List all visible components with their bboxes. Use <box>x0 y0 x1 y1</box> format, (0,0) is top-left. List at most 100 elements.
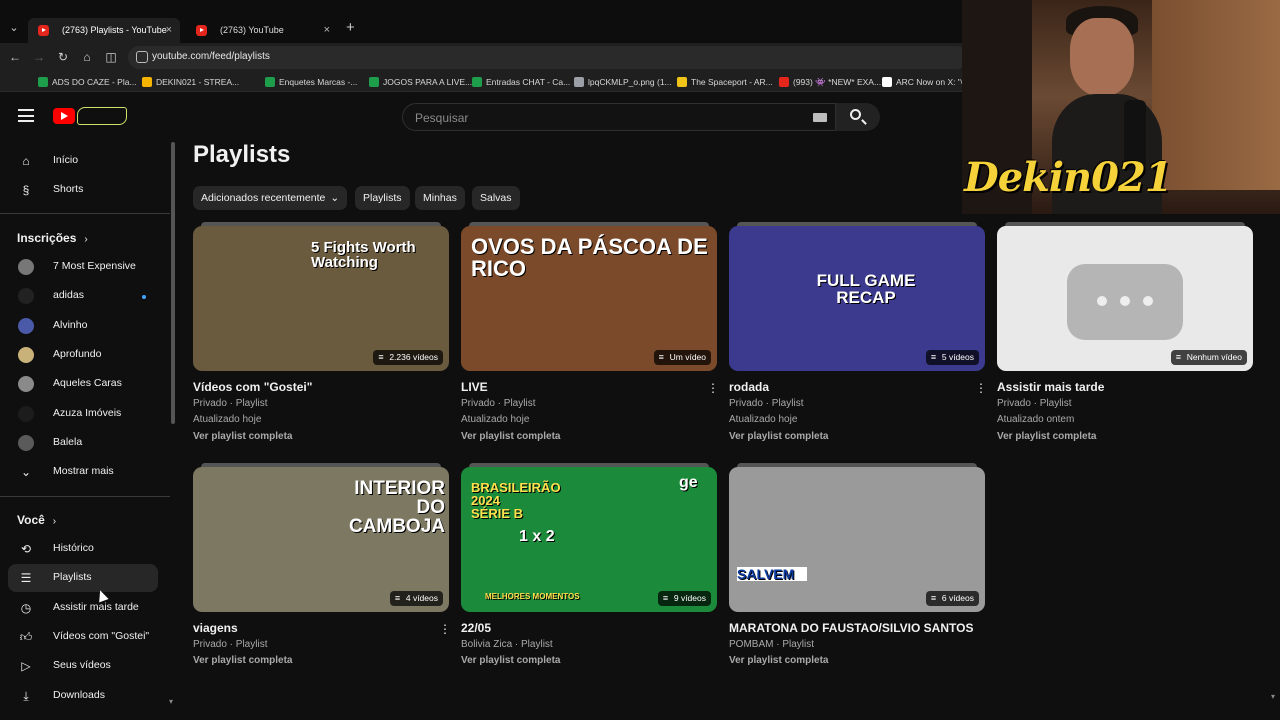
playlist-thumbnail[interactable]: BRASILEIRÃO 2024 SÉRIE B ge 1 x 2 MELHORES … <box>461 467 717 612</box>
view-full-playlist-link[interactable]: Ver playlist completa <box>729 655 829 666</box>
sidebar-item-subscription[interactable]: Azuza Imóveis <box>8 400 158 428</box>
tab-close-icon[interactable]: × <box>324 18 330 43</box>
bookmark-label: Entradas CHAT - Ca... <box>486 77 571 87</box>
sidebar-item-inicio[interactable]: ⌂ Início <box>8 147 158 175</box>
filter-chip[interactable]: Salvas <box>472 186 520 210</box>
subscriptions-heading[interactable]: Inscrições › <box>17 231 88 245</box>
bookmark-item[interactable]: Enquetes Marcas -... <box>265 75 357 89</box>
playlist-title[interactable]: viagens <box>193 621 238 635</box>
video-placeholder-icon <box>1067 264 1183 340</box>
playlist-card[interactable]: Nenhum vídeo Assistir mais tarde Privado ·… <box>997 222 1253 446</box>
bookmark-item[interactable]: JOGOS PARA A LIVE... <box>369 75 472 89</box>
bookmark-item[interactable]: Entradas CHAT - Ca... <box>472 75 570 89</box>
sidebar-item-subscription[interactable]: 7 Most Expensive <box>8 253 158 281</box>
forward-arrow-icon[interactable]: → <box>30 48 48 66</box>
bookmark-item[interactable]: lpqCKMLP_o.png (1... <box>574 75 672 89</box>
you-heading-label: Você <box>17 513 45 527</box>
youtube-logo-icon[interactable] <box>53 108 75 124</box>
browser-tab-youtube[interactable]: (2763) YouTube × <box>186 18 338 43</box>
bookmark-favicon-icon <box>369 77 379 87</box>
view-full-playlist-link[interactable]: Ver playlist completa <box>729 431 829 442</box>
playlist-card[interactable]: BRASILEIRÃO 2024 SÉRIE B ge 1 x 2 MELHORES … <box>461 463 717 687</box>
playlist-card[interactable]: OVOS DA PÁSCOA DE RICO Um vídeo LIVE Privad… <box>461 222 719 446</box>
bookmark-item[interactable]: (993) 👾 *NEW* EXA... <box>779 75 881 89</box>
search-input[interactable]: Pesquisar <box>402 103 836 131</box>
playlist-thumbnail[interactable]: 5 Fights Worth Watching 2.236 vídeos <box>193 226 449 371</box>
back-arrow-icon[interactable]: ← <box>6 48 24 66</box>
playlist-thumbnail[interactable]: INTERIOR DO CAMBOJA 4 vídeos <box>193 467 449 612</box>
sidebar-item-history[interactable]: ⟲ Histórico <box>8 535 158 563</box>
sidebar-item-thumbs-up[interactable]: 👍︎ Vídeos com "Gostei" <box>8 623 158 651</box>
bookmark-item[interactable]: DEKIN021 - STREA... <box>142 75 239 89</box>
view-full-playlist-link[interactable]: Ver playlist completa <box>193 431 293 442</box>
site-info-icon[interactable] <box>136 51 148 63</box>
tab-search-chevron-icon[interactable]: ⌄ <box>6 20 22 36</box>
more-actions-icon[interactable]: ⋮ <box>975 381 987 395</box>
thumbnail-caption: SALVEM <box>737 567 807 581</box>
sidebar-item-subscription[interactable]: Balela <box>8 429 158 457</box>
shorts-icon: § <box>22 183 30 197</box>
sidebar-item-subscription[interactable]: adidas <box>8 282 158 310</box>
subscriptions-heading-label: Inscrições <box>17 231 77 245</box>
sidebar-item-subscription[interactable]: Alvinho <box>8 312 158 340</box>
view-full-playlist-link[interactable]: Ver playlist completa <box>461 431 561 442</box>
playlist-card[interactable]: 5 Fights Worth Watching 2.236 vídeos Vídeo… <box>193 222 449 446</box>
view-full-playlist-link[interactable]: Ver playlist completa <box>461 655 561 666</box>
view-full-playlist-link[interactable]: Ver playlist completa <box>997 431 1097 442</box>
thumbnail-caption: INTERIOR DO CAMBOJA <box>348 478 445 537</box>
playlist-title[interactable]: MARATONA DO FAUSTAO/SILVIO SANTOS <box>729 621 973 635</box>
more-actions-icon[interactable]: ⋮ <box>439 622 451 636</box>
filter-chip[interactable]: Adicionados recentemente ⌄ <box>193 186 348 210</box>
split-view-icon[interactable]: ◫ <box>102 48 120 66</box>
new-tab-button[interactable]: + <box>346 19 355 36</box>
video-count-badge: Nenhum vídeo <box>1170 350 1247 365</box>
sidebar-item-subscription[interactable]: ⌄ Mostrar mais <box>8 458 158 486</box>
playlist-thumbnail[interactable]: FULL GAME RECAP 5 vídeos <box>729 226 985 371</box>
playlist-thumbnail[interactable]: OVOS DA PÁSCOA DE RICO Um vídeo <box>461 226 717 371</box>
more-actions-icon[interactable]: ⋮ <box>707 381 719 395</box>
browser-tab-playlists[interactable]: (2763) Playlists - YouTube × <box>28 18 180 43</box>
view-full-playlist-link[interactable]: Ver playlist completa <box>193 655 293 666</box>
playlist-card[interactable]: INTERIOR DO CAMBOJA 4 vídeos viagens Privad… <box>193 463 451 687</box>
url-text: youtube.com/feed/playlists <box>152 51 270 62</box>
keyboard-icon[interactable] <box>813 113 827 122</box>
address-bar[interactable]: youtube.com/feed/playlists <box>128 46 968 69</box>
sidebar-item-shorts[interactable]: § Shorts <box>8 176 158 204</box>
screen: ⌄ (2763) Playlists - YouTube × (2763) Yo… <box>0 0 1280 720</box>
you-heading[interactable]: Você › <box>17 513 56 527</box>
sidebar-scroll-down-icon[interactable]: ▾ <box>169 697 173 706</box>
bookmark-favicon-icon <box>677 77 687 87</box>
sidebar-item-subscription[interactable]: Aqueles Caras <box>8 370 158 398</box>
sidebar-item-label: Seus vídeos <box>53 659 111 672</box>
channel-avatar <box>18 405 34 422</box>
bookmark-item[interactable]: The Spaceport - AR... <box>677 75 773 89</box>
playlist-title[interactable]: 22/05 <box>461 621 491 635</box>
page-scroll-down-icon[interactable]: ▾ <box>1271 692 1275 701</box>
filter-chip[interactable]: Minhas <box>415 186 465 210</box>
sidebar-item-playlists[interactable]: ☰ Playlists <box>8 564 158 593</box>
reload-icon[interactable]: ↻ <box>54 48 72 66</box>
playlist-thumbnail[interactable]: SALVEM 6 vídeos <box>729 467 985 612</box>
playlist-title[interactable]: LIVE <box>461 380 488 394</box>
sidebar-item-label: Vídeos com "Gostei" <box>53 629 150 642</box>
playlist-card[interactable]: SALVEM 6 vídeos MARATONA DO FAUSTAO/SILVIO… <box>729 463 985 687</box>
sidebar-item-download[interactable]: ⤓ Downloads <box>8 682 158 710</box>
playlist-meta: Privado · Playlist <box>729 398 804 409</box>
home-button-icon[interactable]: ⌂ <box>78 48 96 66</box>
sidebar-item-label: Aprofundo <box>53 347 102 360</box>
sidebar-scrollbar[interactable] <box>171 142 175 424</box>
playlist-card[interactable]: FULL GAME RECAP 5 vídeos rodada Privado · P… <box>729 222 987 446</box>
search-button[interactable] <box>836 103 880 131</box>
sidebar-item-clock[interactable]: ◷ Assistir mais tarde <box>8 594 158 622</box>
menu-icon[interactable] <box>18 109 34 122</box>
playlist-title[interactable]: Vídeos com "Gostei" <box>193 380 312 394</box>
sidebar-item-subscription[interactable]: Aprofundo <box>8 341 158 369</box>
playlist-title[interactable]: rodada <box>729 380 769 394</box>
sidebar-item-your-videos[interactable]: ▷ Seus vídeos <box>8 652 158 680</box>
youtube-doodle-logo[interactable] <box>77 107 127 125</box>
filter-chip[interactable]: Playlists <box>355 186 410 210</box>
bookmark-item[interactable]: ADS DO CAZE - Pla... <box>38 75 137 89</box>
playlist-thumbnail[interactable]: Nenhum vídeo <box>997 226 1253 371</box>
playlist-title[interactable]: Assistir mais tarde <box>997 380 1104 394</box>
tab-close-icon[interactable]: × <box>166 18 172 43</box>
